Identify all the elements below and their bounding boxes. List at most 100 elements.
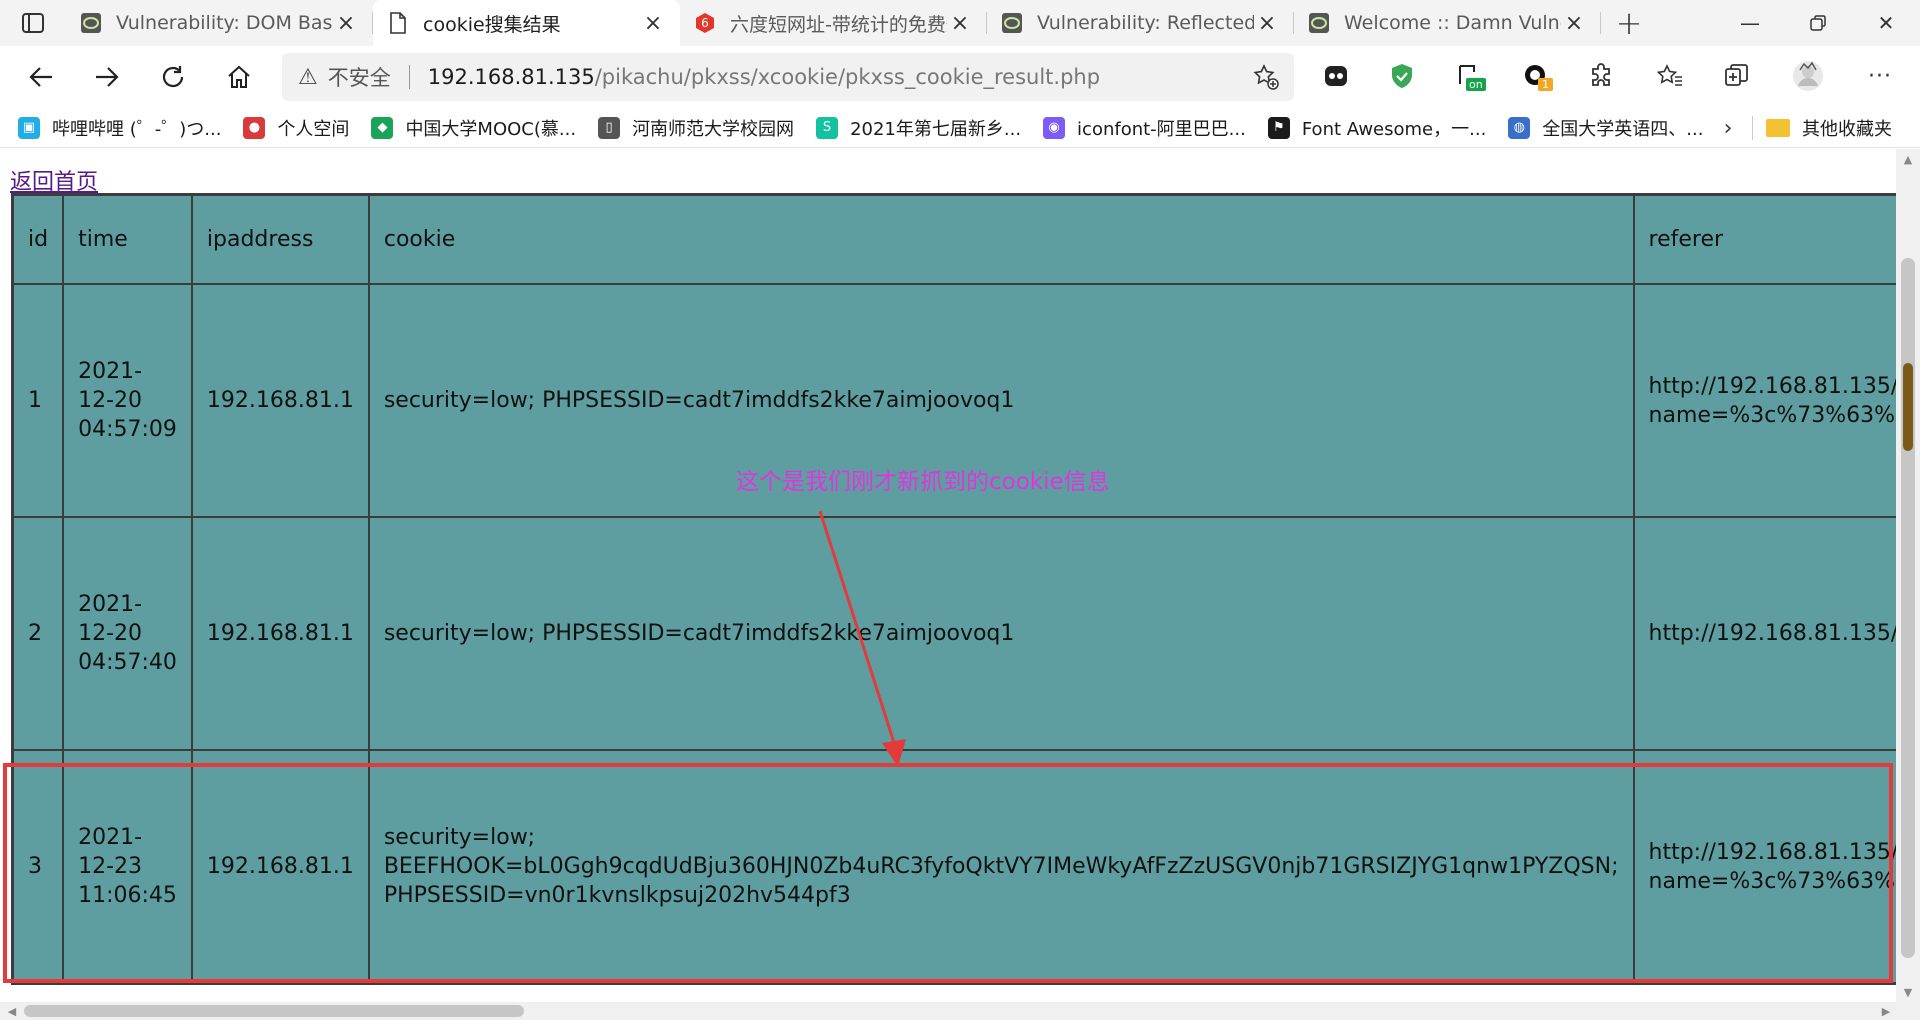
cell-id: 2: [13, 517, 64, 750]
dvwa-icon: [1308, 12, 1330, 34]
bookmark-item[interactable]: ▯ 河南师范大学校园网: [598, 115, 794, 141]
tab-title: Vulnerability: Reflected Cross Site Scri…: [1037, 12, 1254, 34]
iconfont-icon: ◉: [1043, 116, 1066, 139]
other-bookmarks-folder[interactable]: 其他收藏夹: [1766, 108, 1892, 148]
flag-icon: ⚑: [1267, 116, 1290, 139]
s-icon: S: [816, 116, 839, 139]
scroll-up-icon[interactable]: ▲: [1896, 149, 1920, 169]
omnibox-divider: [408, 65, 410, 89]
tab-2[interactable]: cookie搜集结果 ×: [373, 0, 680, 46]
forward-button[interactable]: [74, 54, 140, 100]
arrow-left-icon: [29, 67, 52, 87]
tab-3[interactable]: 6 六度短网址-带统计的免费短网址×: [680, 0, 987, 46]
reload-button[interactable]: [140, 54, 206, 100]
bookmark-item[interactable]: ◉ iconfont-阿里巴巴...: [1043, 115, 1246, 141]
bookmark-label: 个人空间: [277, 118, 350, 140]
extensions-button[interactable]: [1582, 56, 1622, 96]
home-button[interactable]: [206, 54, 272, 100]
back-home-link[interactable]: 返回首页: [10, 164, 98, 196]
extension-ghost-button[interactable]: [1316, 56, 1356, 96]
header-referer: referer: [1633, 195, 1896, 284]
header-time: time: [63, 195, 192, 284]
restore-button[interactable]: [1784, 0, 1852, 46]
count-badge: 1: [1538, 78, 1553, 91]
bookmark-item[interactable]: ● 个人空间: [243, 115, 349, 141]
highlight-box: [3, 763, 1893, 983]
new-tab-button[interactable]: +: [1601, 0, 1657, 46]
extension-shield-button[interactable]: [1382, 56, 1422, 96]
window-controls: — ✕: [1716, 0, 1920, 46]
close-icon: ×: [950, 10, 970, 36]
bookmark-item[interactable]: S 2021年第七届新乡...: [816, 115, 1021, 141]
puzzle-icon: [1592, 63, 1610, 86]
globe-icon: ◍: [1508, 116, 1531, 139]
horizontal-scrollbar[interactable]: ◀ ▶: [0, 1002, 1920, 1020]
tab-4[interactable]: Vulnerability: Reflected Cross Site Scri…: [987, 0, 1294, 46]
cell-ipaddress: 192.168.81.1: [191, 517, 369, 750]
bookmark-item[interactable]: ▣ 哔哩哔哩 (゜-゜)つ...: [18, 115, 221, 141]
bookmark-item[interactable]: ◆ 中国大学MOOC(慕...: [371, 115, 576, 141]
document-icon: ▯: [598, 116, 621, 139]
close-window-button[interactable]: ✕: [1852, 0, 1920, 46]
page-viewport: 返回首页 id time ipaddress cookie referer 1 …: [0, 149, 1896, 1002]
bookmark-item[interactable]: ⚑ Font Awesome，一...: [1267, 115, 1487, 141]
scroll-grip-icon: [1903, 363, 1913, 451]
scroll-down-icon[interactable]: ▼: [1896, 982, 1920, 1002]
dvwa-icon: [1001, 12, 1023, 34]
vertical-scrollbar[interactable]: ▲ ▼: [1896, 149, 1920, 1002]
folder-icon: [1766, 119, 1790, 137]
profile-avatar-button[interactable]: [1788, 56, 1828, 96]
extension-camera-button[interactable]: 1: [1516, 56, 1556, 96]
tab-close-button[interactable]: ×: [1254, 10, 1280, 36]
tab-1[interactable]: Vulnerability: DOM Based XSS×: [66, 0, 373, 46]
tab-title: 六度短网址-带统计的免费短网址: [730, 13, 947, 36]
bookmark-label: 2021年第七届新乡...: [850, 118, 1022, 140]
scroll-left-icon[interactable]: ◀: [2, 1002, 22, 1020]
scroll-right-icon[interactable]: ▶: [1876, 1002, 1896, 1020]
address-bar[interactable]: ⚠ 不安全 192.168.81.135/pikachu/pkxss/xcook…: [282, 53, 1294, 101]
url-host: 192.168.81.135: [427, 65, 595, 89]
header-ipaddress: ipaddress: [191, 195, 369, 284]
favorites-icon: [1656, 64, 1682, 86]
tab-close-button[interactable]: ×: [1561, 10, 1587, 36]
home-icon: [228, 65, 250, 88]
arrow-right-icon: [96, 67, 119, 87]
tab-close-button[interactable]: ×: [333, 10, 359, 36]
annotation-text: 这个是我们刚才新抓到的cookie信息: [736, 469, 1110, 495]
cell-ipaddress: 192.168.81.1: [191, 284, 369, 517]
cell-id: 1: [13, 284, 64, 517]
close-icon: ×: [336, 10, 356, 36]
url-text[interactable]: 192.168.81.135/pikachu/pkxss/xcookie/pkx…: [428, 65, 1100, 89]
url-path: /pikachu/pkxss/xcookie/pkxss_cookie_resu…: [594, 65, 1101, 89]
cell-time: 2021- 12-20 04:57:09: [63, 284, 192, 517]
cell-cookie: security=low; PHPSESSID=cadt7imddfs2kke7…: [368, 517, 1634, 750]
close-icon: ×: [643, 10, 663, 36]
more-bookmarks-button[interactable]: ›: [1714, 114, 1742, 142]
extension-on-button[interactable]: on: [1450, 56, 1490, 96]
tab-title: Welcome :: Damn Vulnerable Web Applicati…: [1344, 12, 1561, 34]
tab-close-button[interactable]: ×: [640, 10, 666, 36]
star-plus-icon: [1253, 64, 1279, 90]
cell-time: 2021- 12-20 04:57:40: [63, 517, 192, 750]
tab-5[interactable]: Welcome :: Damn Vulnerable Web Applicati…: [1294, 0, 1601, 46]
security-indicator[interactable]: ⚠ 不安全: [298, 62, 391, 92]
bookmarks-divider: [1752, 116, 1753, 140]
bookmark-item[interactable]: ◍ 全国大学英语四、...: [1508, 115, 1703, 141]
tab-close-button[interactable]: ×: [947, 10, 973, 36]
bookmark-label: 全国大学英语四、...: [1542, 118, 1704, 140]
bookmark-label: 河南师范大学校园网: [632, 118, 795, 140]
warning-icon: ⚠: [298, 64, 318, 90]
bookmark-label: Font Awesome，一...: [1301, 118, 1487, 140]
shield-icon: [1392, 64, 1412, 88]
cell-referer: http://192.168.81.135/DVWA/vu name=%3c%7…: [1633, 284, 1896, 517]
bookmarks-bar: ▣ 哔哩哔哩 (゜-゜)つ... ● 个人空间 ◆ 中国大学MOOC(慕... ▯ 河南师范大…: [0, 108, 1920, 148]
favorites-button[interactable]: [1650, 56, 1690, 96]
settings-menu-button[interactable]: ···: [1860, 56, 1900, 96]
back-button[interactable]: [8, 54, 74, 100]
horizontal-scroll-thumb[interactable]: [24, 1005, 524, 1017]
tab-actions-button[interactable]: [0, 0, 66, 46]
add-favorite-button[interactable]: [1252, 63, 1280, 91]
restore-icon: [1810, 15, 1826, 31]
collections-button[interactable]: [1716, 56, 1756, 96]
minimize-button[interactable]: —: [1716, 0, 1784, 46]
